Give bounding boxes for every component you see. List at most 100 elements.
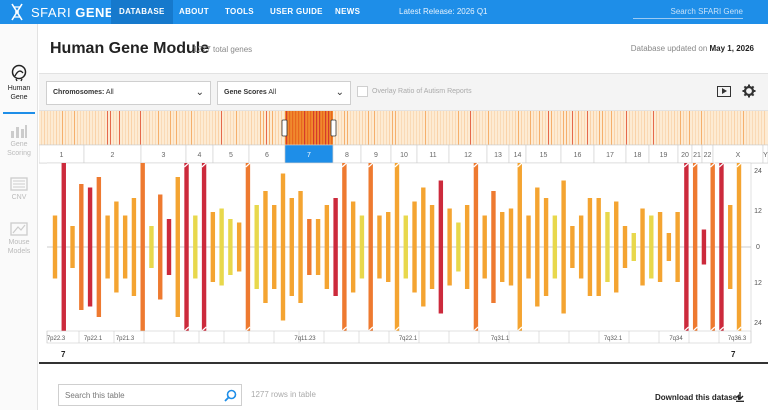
- overview-heat-line: [182, 111, 183, 145]
- overview-heat-line: [737, 111, 738, 145]
- sfari-gene-logo[interactable]: SFARI GENE: [8, 3, 114, 21]
- database-updated-text: Database updated on May 1, 2026: [631, 44, 754, 53]
- chromosome-label-11: 11: [429, 152, 436, 159]
- search-icon[interactable]: [224, 389, 237, 402]
- overview-heat-line: [581, 111, 582, 145]
- overview-heat-line: [695, 111, 696, 145]
- window-left-handle[interactable]: [281, 119, 288, 137]
- gene-bar: [473, 163, 479, 331]
- gene-bar: [219, 208, 224, 286]
- cnv-icon: [10, 177, 28, 191]
- selected-heat-line: [307, 111, 309, 145]
- gene-bar: [631, 233, 636, 261]
- overview-heat-line: [101, 111, 102, 145]
- window-right-handle[interactable]: [330, 119, 337, 137]
- region-end-label: 7: [731, 350, 736, 359]
- nav-news[interactable]: NEWS: [335, 0, 360, 24]
- gene-bar: [482, 215, 487, 279]
- download-dataset-link[interactable]: Download this dataset: [655, 393, 740, 402]
- gene-bar: [394, 163, 400, 331]
- gear-icon[interactable]: [742, 84, 756, 98]
- overview-heat-line: [83, 111, 84, 145]
- sidebar-item-gene-scoring[interactable]: Gene Scoring: [0, 124, 38, 158]
- table-search-input[interactable]: [65, 388, 215, 402]
- chromosome-label-8: 8: [345, 152, 349, 159]
- overview-heat-line: [710, 111, 711, 145]
- overview-heat-line: [446, 111, 447, 145]
- table-search-box[interactable]: [58, 384, 242, 406]
- nav-about[interactable]: ABOUT: [179, 0, 209, 24]
- nav-database[interactable]: DATABASE: [111, 0, 173, 24]
- overview-heat-line: [515, 111, 516, 145]
- overview-heat-line: [467, 111, 468, 145]
- overview-heat-line: [248, 111, 249, 145]
- selected-heat-line: [319, 111, 321, 145]
- overview-heat-line: [647, 111, 648, 145]
- selected-heat-line: [328, 111, 330, 145]
- overview-heat-line: [338, 111, 339, 145]
- overview-heat-line: [263, 111, 264, 145]
- mouse-model-icon: [10, 222, 28, 236]
- y-axis-ticks: 24 12 0 12 24: [754, 168, 762, 327]
- global-search-input[interactable]: [633, 5, 743, 19]
- gene-bar: [570, 226, 575, 268]
- sidebar-item-human-gene[interactable]: Human Gene: [0, 64, 38, 102]
- overview-heat-line: [401, 111, 402, 145]
- gene-bar: [500, 212, 505, 282]
- sidebar-item-cnv[interactable]: CNV: [0, 177, 38, 202]
- nav-tools[interactable]: TOOLS: [225, 0, 254, 24]
- overview-heat-line: [119, 111, 120, 145]
- overview-heat-line: [170, 111, 171, 145]
- play-animation-button[interactable]: [717, 86, 731, 97]
- overview-heat-line: [347, 111, 348, 145]
- filter-toolbar: Chromosomes: All ⌄ Gene Scores All ⌄ Ove…: [39, 73, 768, 111]
- band-label: 7q11.23: [294, 336, 316, 342]
- overview-heat-line: [416, 111, 417, 145]
- overview-heat-line: [635, 111, 636, 145]
- overview-heat-line: [428, 111, 429, 145]
- overview-heat-line: [440, 111, 441, 145]
- gene-scores-select-value: All: [268, 89, 277, 96]
- overview-heat-line: [707, 111, 708, 145]
- overlay-ratio-checkbox[interactable]: [357, 86, 368, 97]
- overview-heat-line: [65, 111, 66, 145]
- overview-heat-line: [593, 111, 594, 145]
- gene-scores-select[interactable]: Gene Scores All ⌄: [217, 81, 351, 105]
- chromosome-label-22: 22: [704, 152, 712, 159]
- overview-heat-line: [203, 111, 204, 145]
- gene-bar: [675, 212, 680, 282]
- band-label: 7p22.3: [47, 336, 66, 342]
- chromosome-label-9: 9: [374, 152, 378, 159]
- overview-heat-line: [236, 111, 237, 145]
- gene-bar: [377, 215, 382, 279]
- band-label: 7p21.3: [116, 336, 135, 342]
- overview-heat-line: [449, 111, 450, 145]
- gene-bar: [140, 163, 145, 331]
- gene-bar: [201, 163, 207, 331]
- overview-heat-line: [731, 111, 732, 145]
- overview-heat-line: [509, 111, 510, 145]
- chromosome-label-21: 21: [693, 152, 701, 159]
- chromosomes-select[interactable]: Chromosomes: All ⌄: [46, 81, 211, 105]
- overview-heat-line: [74, 111, 75, 145]
- overview-heat-line: [530, 111, 531, 145]
- overview-heat-line: [131, 111, 132, 145]
- overview-heat-line: [122, 111, 123, 145]
- band-label: 7q31.1: [491, 336, 510, 342]
- nav-user-guide[interactable]: USER GUIDE: [270, 0, 323, 24]
- gene-bar: [614, 201, 619, 293]
- chevron-down-icon: ⌄: [195, 87, 204, 98]
- overview-heat-line: [713, 111, 714, 145]
- chromosome-chart: 1 2 3 4 5 6 7 8 9 10 11 12 13 14 15 16 17 18 19 20 21 22 X Y 24…: [39, 111, 768, 363]
- overview-heat-line: [464, 111, 465, 145]
- overview-heat-line: [527, 111, 528, 145]
- sidebar-active-indicator: [3, 112, 35, 114]
- overview-heat-line: [356, 111, 357, 145]
- overview-heat-line: [278, 111, 279, 145]
- gene-bar: [587, 198, 593, 296]
- gene-bar: [307, 219, 312, 275]
- overview-heat-line: [143, 111, 144, 145]
- download-icon[interactable]: [735, 392, 745, 402]
- sidebar-item-mouse-models[interactable]: Mouse Models: [0, 222, 38, 256]
- overview-heat-line: [617, 111, 618, 145]
